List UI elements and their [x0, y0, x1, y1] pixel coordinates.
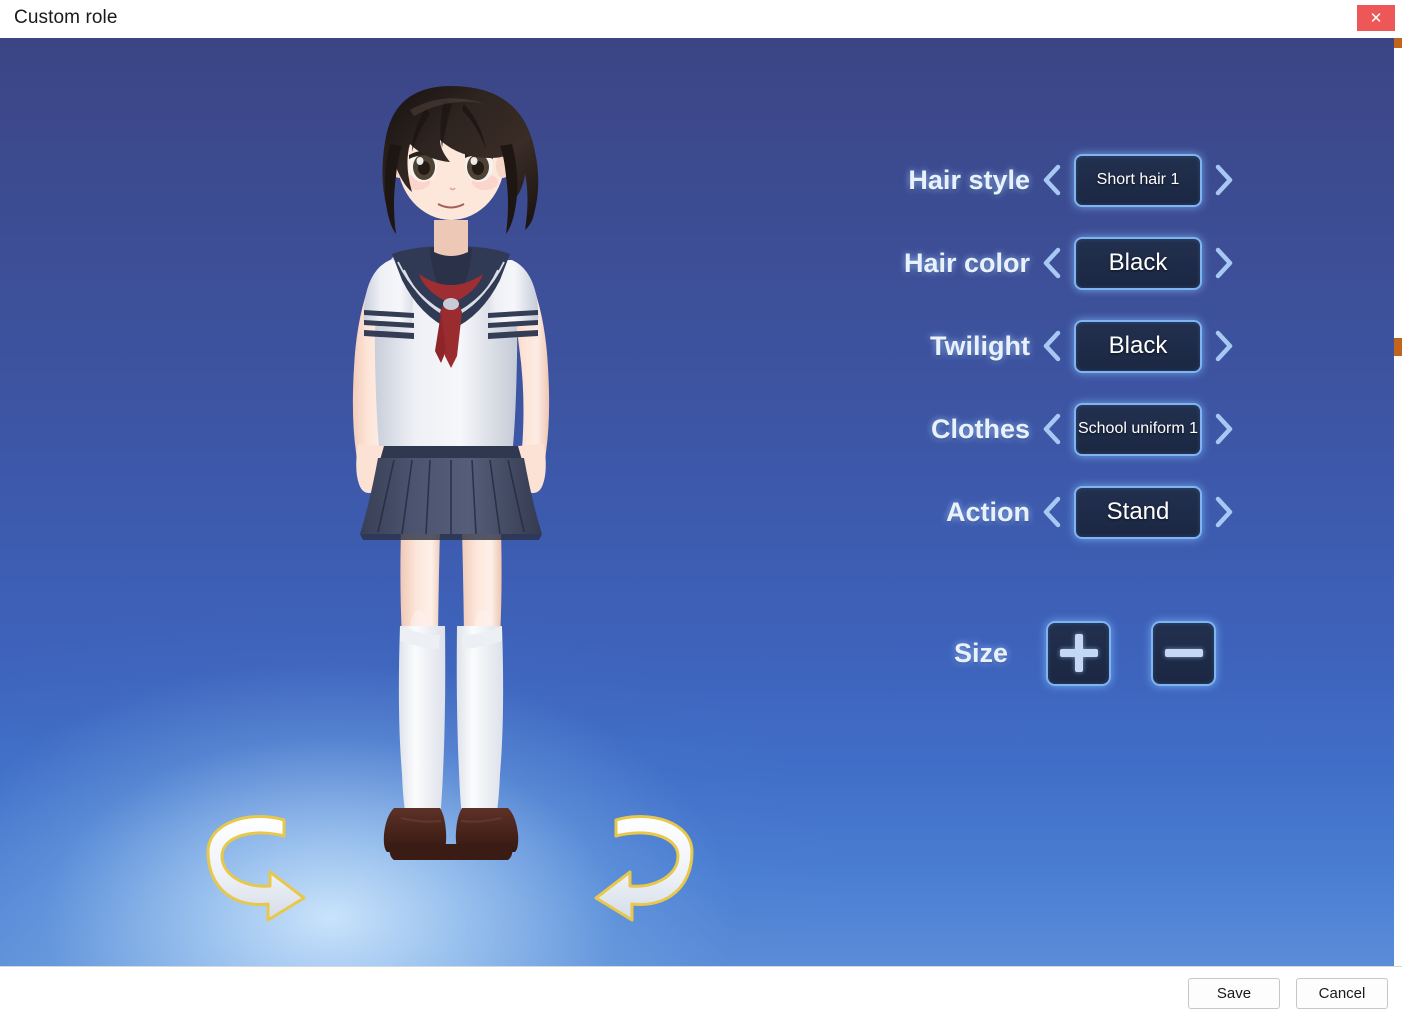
- rotate-right-button[interactable]: [578, 806, 708, 926]
- size-control-row: Size: [860, 618, 1280, 688]
- option-label-hair-style: Hair style: [908, 164, 1030, 195]
- twilight-prev-button[interactable]: [1030, 329, 1074, 363]
- size-decrease-button[interactable]: [1151, 620, 1216, 686]
- chevron-right-icon: [1215, 413, 1233, 445]
- rotate-right-arrow-icon: [594, 815, 694, 922]
- dialog-footer: Save Cancel: [0, 966, 1402, 1019]
- close-button[interactable]: ✕: [1357, 5, 1395, 31]
- save-button[interactable]: Save: [1188, 978, 1280, 1009]
- clothes-next-button[interactable]: [1202, 412, 1246, 446]
- chevron-left-icon: [1043, 496, 1061, 528]
- custom-role-dialog: Custom role ✕ Hair style Short hair 1 Ha…: [0, 0, 1402, 1019]
- character-preview-viewport[interactable]: Hair style Short hair 1 Hair color Black…: [0, 38, 1394, 966]
- twilight-next-button[interactable]: [1202, 329, 1246, 363]
- hair-color-prev-button[interactable]: [1030, 246, 1074, 280]
- background-window-edge: [1394, 38, 1402, 966]
- action-next-button[interactable]: [1202, 495, 1246, 529]
- clothes-prev-button[interactable]: [1030, 412, 1074, 446]
- option-row-hair-color: Hair color Black: [860, 235, 1280, 291]
- minus-icon: [1164, 649, 1203, 657]
- chevron-left-icon: [1043, 413, 1061, 445]
- hair-color-value-button[interactable]: Black: [1074, 236, 1202, 290]
- hair-style-value-button[interactable]: Short hair 1: [1074, 153, 1202, 207]
- option-row-twilight: Twilight Black: [860, 318, 1280, 374]
- plus-icon-vertical: [1074, 634, 1083, 672]
- option-label-twilight: Twilight: [930, 330, 1030, 361]
- customization-options-panel: Hair style Short hair 1 Hair color Black…: [860, 110, 1280, 760]
- chevron-right-icon: [1215, 330, 1233, 362]
- chevron-left-icon: [1043, 164, 1061, 196]
- hair-style-next-button[interactable]: [1202, 163, 1246, 197]
- option-row-action: Action Stand: [860, 484, 1280, 540]
- chevron-left-icon: [1043, 330, 1061, 362]
- option-row-clothes: Clothes School uniform 1: [860, 401, 1280, 457]
- hair-style-prev-button[interactable]: [1030, 163, 1074, 197]
- close-icon: ✕: [1369, 8, 1383, 27]
- option-row-hair-style: Hair style Short hair 1: [860, 152, 1280, 208]
- clothes-value-button[interactable]: School uniform 1: [1074, 402, 1202, 456]
- rotate-left-arrow-icon: [206, 815, 306, 922]
- option-label-action: Action: [946, 496, 1030, 527]
- rotate-left-button[interactable]: [192, 806, 322, 926]
- twilight-value-button[interactable]: Black: [1074, 319, 1202, 373]
- window-title: Custom role: [14, 7, 118, 28]
- option-label-hair-color: Hair color: [903, 247, 1030, 278]
- action-prev-button[interactable]: [1030, 495, 1074, 529]
- chevron-right-icon: [1215, 247, 1233, 279]
- chevron-left-icon: [1043, 247, 1061, 279]
- option-label-clothes: Clothes: [930, 413, 1030, 444]
- size-label: Size: [953, 637, 1008, 668]
- chevron-right-icon: [1215, 164, 1233, 196]
- chevron-right-icon: [1215, 496, 1233, 528]
- cancel-button[interactable]: Cancel: [1296, 978, 1388, 1009]
- action-value-button[interactable]: Stand: [1074, 485, 1202, 539]
- size-increase-button[interactable]: [1046, 620, 1111, 686]
- title-bar: Custom role ✕: [0, 0, 1402, 38]
- hair-color-next-button[interactable]: [1202, 246, 1246, 280]
- character-model: [286, 38, 616, 878]
